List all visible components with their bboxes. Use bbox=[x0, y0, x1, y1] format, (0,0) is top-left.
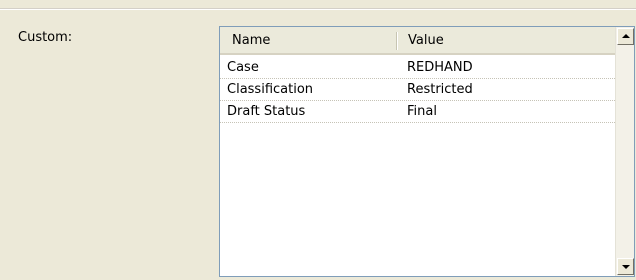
list-header: Name Value bbox=[220, 27, 615, 55]
vertical-scrollbar[interactable] bbox=[615, 27, 634, 276]
cell-value: Restricted bbox=[407, 82, 473, 97]
list-rows: Case REDHAND Classification Restricted D… bbox=[220, 57, 615, 123]
list-item[interactable]: Case REDHAND bbox=[220, 57, 615, 79]
list-item[interactable]: Classification Restricted bbox=[220, 79, 615, 101]
cell-value: REDHAND bbox=[407, 60, 473, 75]
list-item[interactable]: Draft Status Final bbox=[220, 101, 615, 123]
custom-properties-list[interactable]: Name Value Case REDHAND Classification R… bbox=[219, 26, 635, 277]
cell-value: Final bbox=[407, 104, 437, 119]
cell-name: Case bbox=[227, 60, 259, 75]
scroll-up-button[interactable] bbox=[617, 28, 634, 45]
cell-name: Draft Status bbox=[227, 104, 306, 119]
scroll-down-button[interactable] bbox=[617, 258, 634, 275]
custom-label: Custom: bbox=[18, 30, 73, 45]
arrow-up-icon bbox=[622, 34, 630, 38]
arrow-down-icon bbox=[622, 265, 630, 269]
column-header-value[interactable]: Value bbox=[398, 27, 615, 53]
divider-highlight bbox=[0, 9, 636, 10]
cell-name: Classification bbox=[227, 82, 314, 97]
column-separator[interactable] bbox=[396, 32, 397, 50]
column-header-name[interactable]: Name bbox=[220, 27, 398, 53]
